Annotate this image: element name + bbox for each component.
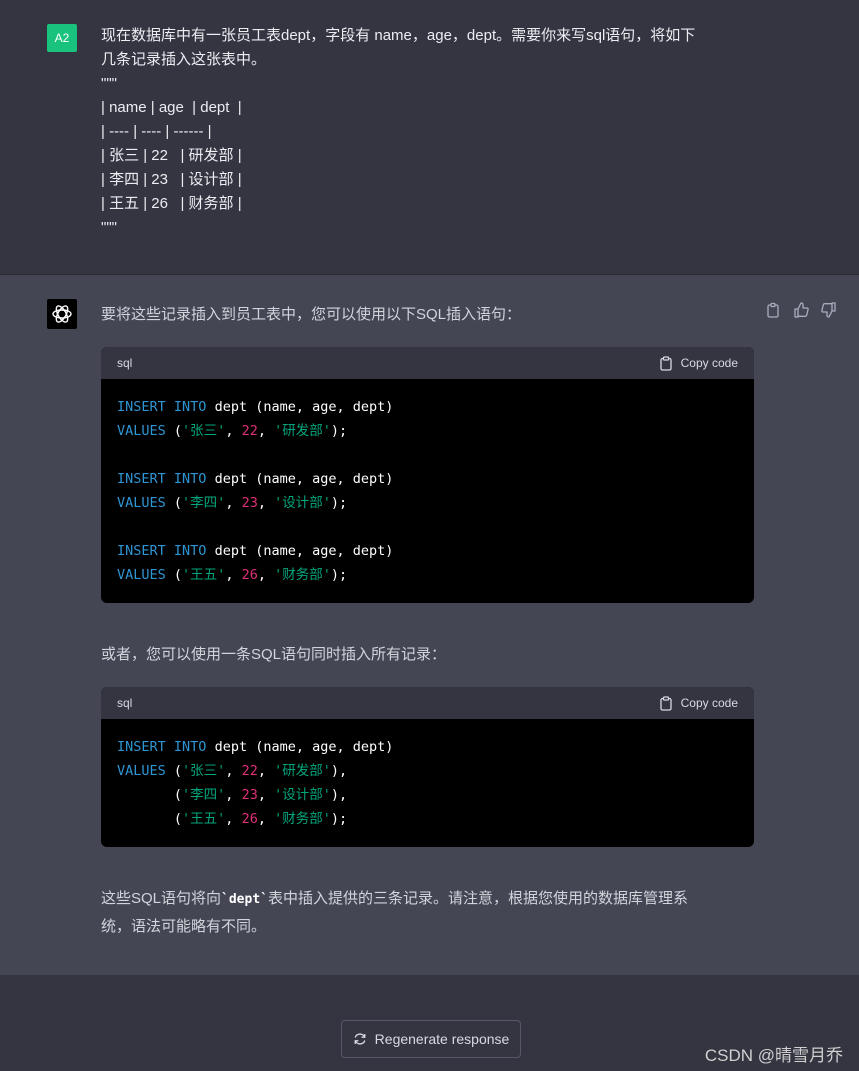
user-line: """: [101, 219, 117, 236]
user-line: 现在数据库中有一张员工表dept，字段有 name，age，dept。需要你来写…: [101, 27, 696, 44]
inline-code: `dept`: [221, 892, 268, 907]
code-block: sql Copy code INSERT INTO dept (name, ag…: [101, 687, 754, 847]
assistant-middle-text: 或者，您可以使用一条SQL语句同时插入所有记录：: [101, 646, 447, 663]
copy-code-label: Copy code: [680, 696, 738, 710]
watermark: CSDN @晴雪月乔: [704, 1046, 843, 1065]
clipboard-icon: [659, 355, 672, 371]
clipboard-icon[interactable]: [765, 302, 781, 318]
user-line: | name | age | dept |: [101, 99, 242, 116]
code-header: sql Copy code: [101, 347, 754, 379]
copy-code-button[interactable]: Copy code: [659, 355, 738, 371]
code-language: sql: [117, 696, 133, 710]
thumbs-down-icon[interactable]: [821, 302, 837, 318]
user-line: | 李四 | 23 | 设计部 |: [101, 171, 242, 188]
message-actions: [765, 302, 837, 318]
assistant-message: 要将这些记录插入到员工表中，您可以使用以下SQL插入语句： sql Copy c…: [0, 275, 859, 975]
regenerate-label: Regenerate response: [374, 1031, 510, 1047]
user-message-text: 现在数据库中有一张员工表dept，字段有 name，age，dept。需要你来写…: [101, 24, 751, 240]
code-content: INSERT INTO dept (name, age, dept) VALUE…: [117, 399, 394, 583]
code-header: sql Copy code: [101, 687, 754, 719]
regenerate-response-button[interactable]: Regenerate response: [341, 1020, 521, 1058]
copy-code-label: Copy code: [680, 356, 738, 370]
refresh-icon: [354, 1033, 366, 1045]
code-content: INSERT INTO dept (name, age, dept) VALUE…: [117, 739, 394, 827]
user-message: A2 现在数据库中有一张员工表dept，字段有 name，age，dept。需要…: [0, 0, 859, 275]
code-language: sql: [117, 356, 133, 370]
thumbs-up-icon[interactable]: [793, 302, 809, 318]
code-block: sql Copy code INSERT INTO dept (name, ag…: [101, 347, 754, 603]
assistant-outro: 这些SQL语句将向`dept`表中插入提供的三条记录。请注意，根据您使用的数据库…: [101, 890, 688, 907]
clipboard-icon: [659, 695, 672, 711]
assistant-outro-line2: 统，语法可能略有不同。: [101, 918, 267, 935]
user-line: | 张三 | 22 | 研发部 |: [101, 147, 242, 164]
copy-code-button[interactable]: Copy code: [659, 695, 738, 711]
openai-logo-icon: [47, 299, 77, 329]
user-line: """: [101, 75, 117, 92]
user-line: | ---- | ---- | ------ |: [101, 123, 212, 140]
user-line: | 王五 | 26 | 财务部 |: [101, 195, 242, 212]
user-avatar: A2: [47, 24, 77, 52]
bottom-bar: Regenerate response CSDN @晴雪月乔: [0, 975, 859, 1071]
user-line: 几条记录插入这张表中。: [101, 51, 267, 68]
assistant-intro: 要将这些记录插入到员工表中，您可以使用以下SQL插入语句：: [101, 306, 522, 323]
